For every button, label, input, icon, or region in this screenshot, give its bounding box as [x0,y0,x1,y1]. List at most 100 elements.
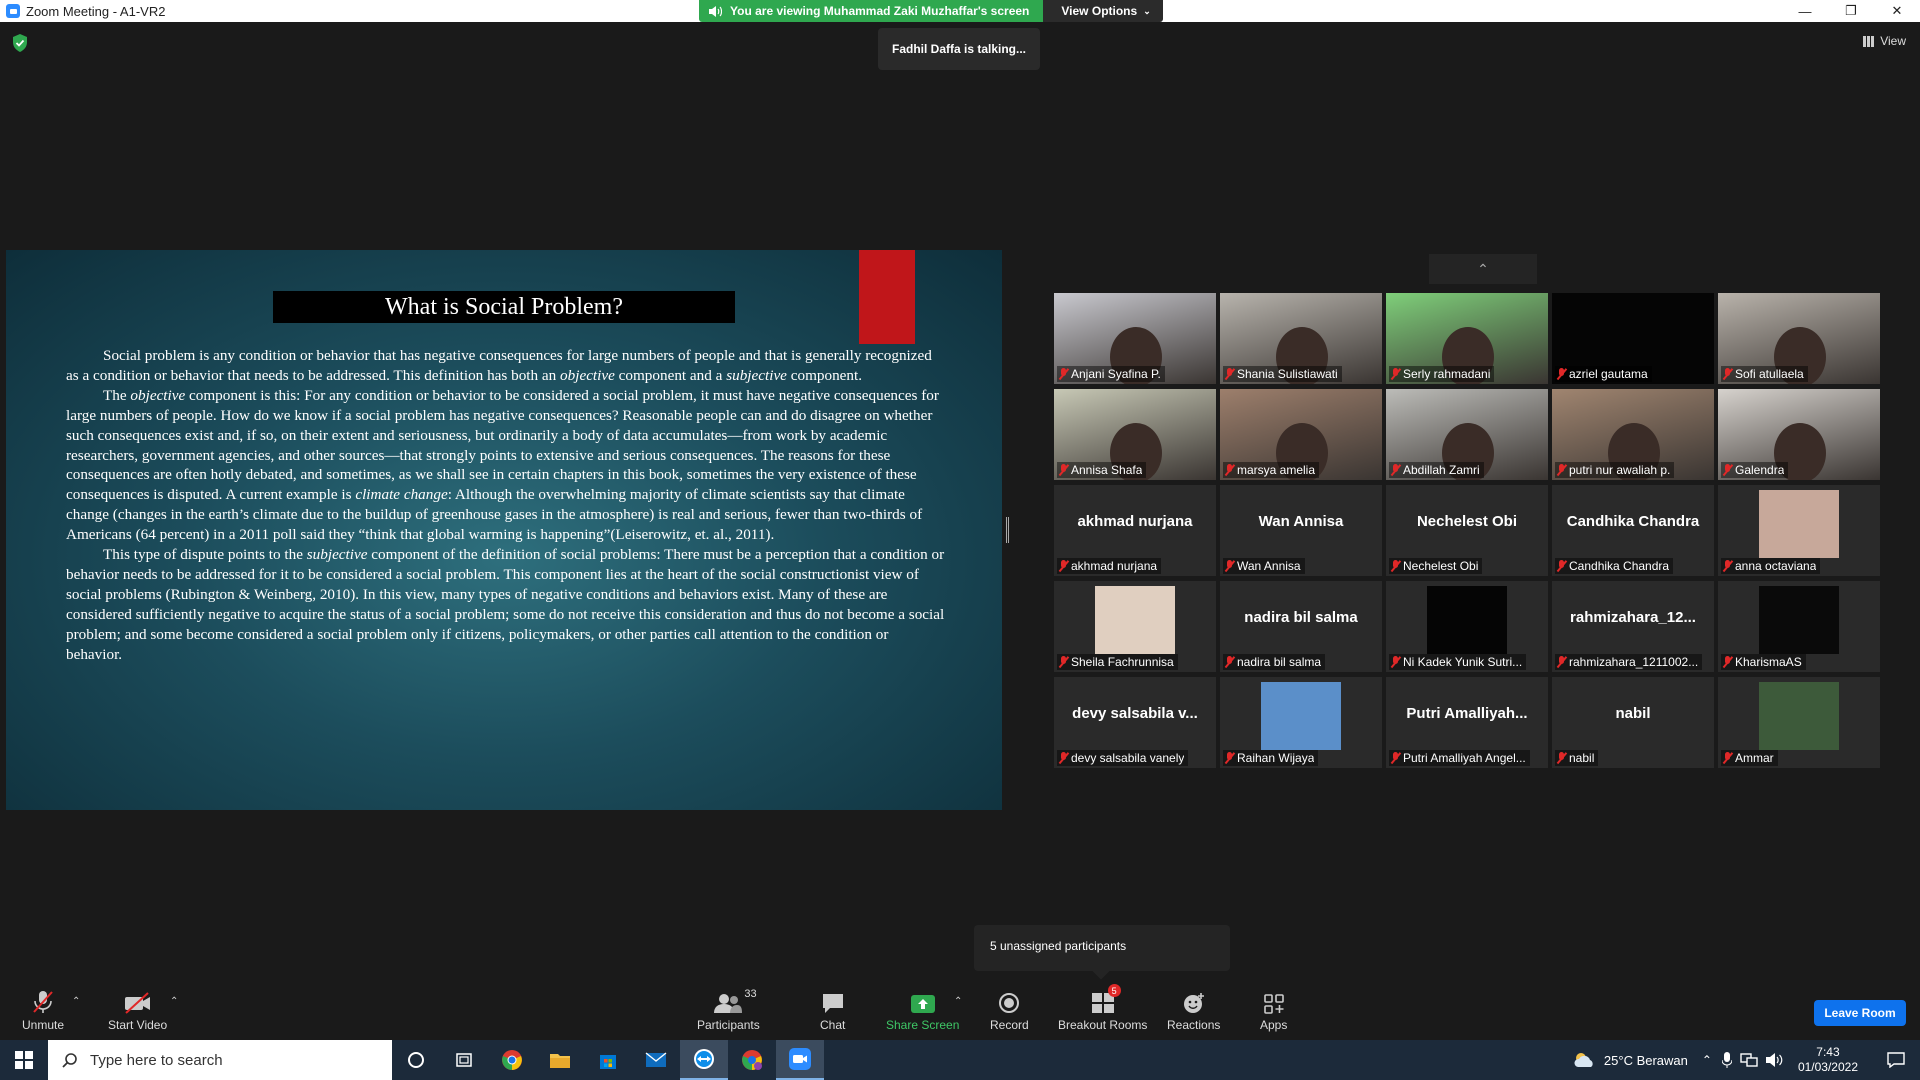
microphone-tray-icon[interactable] [1721,1052,1732,1068]
participant-tile[interactable]: marsya amelia [1220,389,1382,480]
zoom-taskbar-button[interactable] [776,1040,824,1080]
store-taskbar-button[interactable] [584,1040,632,1080]
participant-tile[interactable]: KharismaAS [1718,581,1880,672]
participant-tile[interactable]: Annisa Shafa [1054,389,1216,480]
show-hidden-icons-chevron-icon[interactable]: ⌃ [1702,1053,1712,1067]
participant-name: Ammar [1735,751,1774,765]
slide-title: What is Social Problem? [273,291,735,323]
chrome-taskbar-button[interactable] [488,1040,536,1080]
muted-mic-icon [1391,368,1400,380]
talking-indicator: Fadhil Daffa is talking... [878,28,1040,70]
chat-button[interactable]: Chat [820,988,845,1032]
participant-name-label: Wan Annisa [1223,558,1305,574]
participant-tile[interactable]: Shania Sulistiawati [1220,293,1382,384]
network-icon[interactable] [1740,1053,1758,1067]
leave-room-button[interactable]: Leave Room [1814,1000,1906,1026]
reactions-icon [1183,993,1204,1013]
participant-tile[interactable]: Sheila Fachrunnisa [1054,581,1216,672]
participant-name-label: anna octaviana [1721,558,1821,574]
muted-mic-icon [1557,656,1566,668]
participant-tile[interactable]: Anjani Syafina P. [1054,293,1216,384]
audio-options-caret-icon[interactable]: ⌃ [72,996,80,1007]
chat-icon [822,994,843,1013]
participant-name: azriel gautama [1569,367,1648,381]
zoom-app-icon [6,4,20,18]
task-view-button[interactable] [440,1040,488,1080]
participant-tile[interactable]: Sofi atullaela [1718,293,1880,384]
volume-icon[interactable] [1765,1053,1784,1067]
participant-tile[interactable]: Wan Annisa Wan Annisa [1220,485,1382,576]
participant-name-label: Sheila Fachrunnisa [1057,654,1178,670]
share-options-caret-icon[interactable]: ⌃ [954,996,962,1007]
participant-tile[interactable]: putri nur awaliah p. [1552,389,1714,480]
teamviewer-taskbar-button[interactable] [680,1040,728,1080]
participant-tile[interactable]: Raihan Wijaya [1220,677,1382,768]
participant-name-label: Annisa Shafa [1057,462,1147,478]
participant-name: Annisa Shafa [1071,463,1143,477]
participant-avatar [1759,682,1839,750]
participant-tile[interactable]: devy salsabila v... devy salsabila vanely [1054,677,1216,768]
participant-tile[interactable]: Galendra [1718,389,1880,480]
panel-splitter-handle[interactable] [1006,517,1009,543]
participants-button[interactable]: 33 Participants [697,988,760,1032]
cortana-button[interactable] [392,1040,440,1080]
taskbar-time: 7:43 [1816,1045,1840,1059]
start-video-button[interactable]: Start Video [108,988,167,1032]
minimize-button[interactable]: — [1782,0,1828,22]
participant-tile[interactable]: Candhika Chandra Candhika Chandra [1552,485,1714,576]
participant-tile[interactable]: nadira bil salma nadira bil salma [1220,581,1382,672]
view-options-label: View Options [1061,4,1138,18]
participant-tile[interactable]: akhmad nurjana akhmad nurjana [1054,485,1216,576]
record-button[interactable]: Record [990,988,1029,1032]
slide-emphasis: subjective [306,546,368,564]
security-shield-icon[interactable] [12,34,28,52]
weather-text[interactable]: 25°C Berawan [1604,1053,1688,1068]
teamviewer-icon [694,1049,714,1069]
chrome-icon [502,1050,522,1070]
participant-name-label: azriel gautama [1555,366,1652,382]
participant-name-label: Raihan Wijaya [1223,750,1319,766]
slide-text-run: The [103,386,131,404]
reactions-button[interactable]: Reactions [1167,988,1220,1032]
participant-tile[interactable]: nabil nabil [1552,677,1714,768]
taskbar-search-box[interactable]: Type here to search [48,1040,392,1080]
participant-display-name: nadira bil salma [1244,609,1358,626]
gallery-previous-page-button[interactable]: ⌃ [1429,254,1537,284]
muted-mic-icon [1557,752,1566,764]
notification-icon [1887,1052,1905,1068]
windows-start-button[interactable] [0,1040,48,1080]
unassigned-participants-popup[interactable]: 5 unassigned participants [974,925,1230,971]
participant-tile[interactable]: anna octaviana [1718,485,1880,576]
speaker-icon [709,5,722,17]
mail-taskbar-button[interactable] [632,1040,680,1080]
muted-mic-icon [1723,464,1732,476]
chrome-profile-taskbar-button[interactable] [728,1040,776,1080]
taskbar-clock[interactable]: 7:43 01/03/2022 [1798,1045,1858,1075]
store-bag-icon [600,1055,616,1069]
participant-tile[interactable]: Ni Kadek Yunik Sutri... [1386,581,1548,672]
slide-emphasis: objective [130,386,186,404]
participant-name: nadira bil salma [1237,655,1322,669]
file-explorer-taskbar-button[interactable] [536,1040,584,1080]
view-layout-button[interactable]: View [1863,34,1906,48]
participant-tile[interactable]: rahmizahara_12... rahmizahara_1211002... [1552,581,1714,672]
participant-tile[interactable]: Putri Amalliyah... Putri Amalliyah Angel.… [1386,677,1548,768]
maximize-button[interactable]: ❐ [1828,0,1874,22]
participant-name: Galendra [1735,463,1785,477]
participant-name: devy salsabila vanely [1071,751,1185,765]
participant-name: KharismaAS [1735,655,1802,669]
participant-tile[interactable]: Nechelest Obi Nechelest Obi [1386,485,1548,576]
participant-tile[interactable]: Ammar [1718,677,1880,768]
share-screen-button[interactable]: Share Screen [886,988,959,1032]
close-button[interactable]: ✕ [1874,0,1920,22]
notification-center-button[interactable] [1872,1040,1920,1080]
breakout-rooms-button[interactable]: 5 Breakout Rooms [1058,984,1147,1032]
view-options-button[interactable]: View Options ⌄ [1043,0,1163,22]
chat-label: Chat [820,1018,846,1032]
apps-button[interactable]: Apps [1260,988,1287,1032]
video-options-caret-icon[interactable]: ⌃ [170,996,178,1007]
unmute-button[interactable]: Unmute [22,988,64,1032]
participant-tile[interactable]: Serly rahmadani [1386,293,1548,384]
participant-tile[interactable]: azriel gautama [1552,293,1714,384]
participant-tile[interactable]: Abdillah Zamri [1386,389,1548,480]
